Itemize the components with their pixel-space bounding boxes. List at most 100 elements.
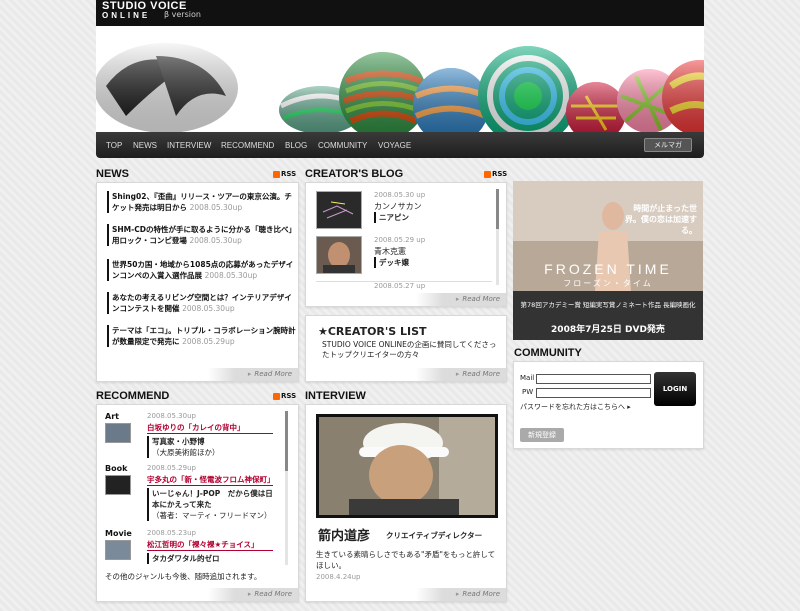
recommend-footer-note: その他のジャンルも今後、随時追加されます。 xyxy=(105,572,262,581)
forgot-password-text: パスワードを忘れた方はこちらへ xyxy=(520,403,625,411)
blog-post-title: ニアピン xyxy=(374,212,409,223)
sketch-image xyxy=(317,192,361,228)
news-text: 世界50カ国・地域から1085点の応募があったデザインコンペの入賞入選作品展 xyxy=(112,260,294,280)
blog-read-more[interactable]: Read More xyxy=(416,293,506,306)
login-button[interactable]: LOGIN xyxy=(654,372,696,406)
recommend-rss-label: RSS xyxy=(281,392,297,400)
news-title: NEWS xyxy=(96,168,129,180)
recommend-subject: タカダワタル的ゼロ xyxy=(147,553,277,564)
nav-voyage[interactable]: VOYAGE xyxy=(378,141,411,150)
nav-community[interactable]: COMMUNITY xyxy=(318,141,367,150)
pw-label: PW xyxy=(522,388,534,396)
scroll-thumb[interactable] xyxy=(285,411,288,471)
rss-icon xyxy=(273,392,280,400)
creators-list-desc: STUDIO VOICE ONLINEの企画に賛同してくださったトップクリエイタ… xyxy=(322,340,497,359)
news-item[interactable]: あなたの考えるリビング空間とは？インテリアデザインコンテストを開催 2008.0… xyxy=(107,292,297,314)
news-item[interactable]: Shing02、『歪曲』リリース・ツアーの東京公演。チケット発売は明日から 20… xyxy=(107,191,297,213)
recommend-column-title: 宇多丸の「新・怪電波フロム神保町」 xyxy=(147,475,275,486)
interviewee-photo xyxy=(319,417,495,515)
news-item[interactable]: テーマは「エコ」。トリプル・コラボレーション腕時計が数量限定で発売に 2008.… xyxy=(107,325,297,347)
nav-interview[interactable]: INTERVIEW xyxy=(167,141,211,150)
recommend-subject-name: 写真家・小野博 xyxy=(152,437,205,446)
blog-date: 2008.05.30 up xyxy=(374,191,426,199)
mail-magazine-button[interactable]: メルマガ xyxy=(644,138,692,152)
ad-title: FROZEN TIME xyxy=(544,261,672,277)
recommend-subject-name: タカダワタル的ゼロ xyxy=(152,554,220,563)
recommend-date: 2008.05.30up xyxy=(147,412,196,420)
scroll-thumb[interactable] xyxy=(496,189,499,229)
news-date: 2008.05.30up xyxy=(182,304,235,313)
rss-icon xyxy=(484,170,491,178)
interviewee-name: 箭内道彦 xyxy=(318,529,371,544)
nav-recommend[interactable]: RECOMMEND xyxy=(221,141,274,150)
community-panel: Mail PW LOGIN パスワードを忘れた方はこちらへ ▸ 新規登録 xyxy=(513,361,704,449)
creators-list-title[interactable]: ★CREATOR'S LIST xyxy=(318,325,427,338)
news-rss[interactable]: RSS xyxy=(273,170,296,178)
blog-scrollbar[interactable] xyxy=(496,189,499,285)
nav-news[interactable]: NEWS xyxy=(133,141,157,150)
password-input[interactable] xyxy=(536,388,651,398)
news-rss-label: RSS xyxy=(281,170,297,178)
recommend-column-title: 松江哲明の「裸々裸★チョイス」 xyxy=(147,539,273,551)
book-thumbnail xyxy=(105,475,131,495)
movie-thumbnail xyxy=(105,540,131,560)
recommend-scrollbar[interactable] xyxy=(285,411,288,565)
blog-title: CREATOR'S BLOG xyxy=(305,168,404,180)
hero-balls-illustration xyxy=(96,43,704,132)
news-read-more[interactable]: Read More xyxy=(208,368,298,381)
recommend-item[interactable]: Art 2008.05.30up 白坂ゆりの「カレイの背中」 写真家・小野博 （大… xyxy=(105,412,280,472)
recommend-item[interactable]: Book 2008.05.29up 宇多丸の「新・怪電波フロム神保町」 いーじゃ… xyxy=(105,464,280,528)
recommend-date: 2008.05.23up xyxy=(147,529,196,537)
interview-panel: 箭内道彦 クリエイティブディレクター 生きている素晴らしさでもある"矛盾"をもっ… xyxy=(305,404,507,602)
creators-list-panel: ★CREATOR'S LIST STUDIO VOICE ONLINEの企画に賛… xyxy=(305,315,507,382)
beta-label: β version xyxy=(164,10,201,19)
news-date: 2008.05.30up xyxy=(189,203,243,212)
mail-input[interactable] xyxy=(536,374,651,384)
news-date: 2008.05.30up xyxy=(189,236,242,245)
forgot-password-link[interactable]: パスワードを忘れた方はこちらへ ▸ xyxy=(520,402,631,412)
recommend-item[interactable]: Movie 2008.05.23up 松江哲明の「裸々裸★チョイス」 タカダワタ… xyxy=(105,529,280,567)
recommend-rss[interactable]: RSS xyxy=(273,392,296,400)
interview-title: INTERVIEW xyxy=(305,390,366,402)
blog-author: カンノサカン xyxy=(374,202,422,211)
ad-release: 2008年7月25日 DVD発売 xyxy=(551,325,665,335)
blog-item[interactable]: 2008.05.30 up カンノサカン ニアピン xyxy=(316,191,492,235)
portrait-image xyxy=(317,237,361,273)
recommend-date: 2008.05.29up xyxy=(147,464,196,472)
recommend-panel: Art 2008.05.30up 白坂ゆりの「カレイの背中」 写真家・小野博 （大… xyxy=(96,404,299,602)
main-nav: TOP NEWS INTERVIEW RECOMMEND BLOG COMMUN… xyxy=(96,132,704,158)
frozen-time-ad[interactable]: 時間が止まった世界。僕の恋は加速する。 FROZEN TIME フローズン・タイ… xyxy=(513,181,703,340)
nav-blog[interactable]: BLOG xyxy=(285,141,307,150)
recommend-subject-note: （大原美術館ほか） xyxy=(152,448,220,457)
blog-rss[interactable]: RSS xyxy=(484,170,507,178)
blog-date: 2008.05.29 up xyxy=(374,236,426,244)
creators-list-read-more[interactable]: Read More xyxy=(416,368,506,381)
recommend-subject: 写真家・小野博 （大原美術館ほか） xyxy=(147,436,277,458)
news-panel: Shing02、『歪曲』リリース・ツアーの東京公演。チケット発売は明日から 20… xyxy=(96,182,299,382)
recommend-subject: いーじゃん！J-POP だから僕は日本にかえって来た （著者：マーティ・フリードマ… xyxy=(147,488,277,521)
rss-icon xyxy=(273,170,280,178)
blog-post-title: デッキ嬢 xyxy=(374,257,409,268)
interview-date: 2008.4.24up xyxy=(316,573,361,581)
news-item[interactable]: 世界50カ国・地域から1085点の応募があったデザインコンペの入賞入選作品展 2… xyxy=(107,259,297,281)
recommend-subject-note: （著者：マーティ・フリードマン） xyxy=(152,511,272,520)
news-date: 2008.05.29up xyxy=(182,337,235,346)
hero-banner xyxy=(96,26,704,132)
recommend-subject-name: いーじゃん！J-POP だから僕は日本にかえって来た xyxy=(152,489,273,509)
blog-item[interactable]: 2008.05.29 up 青木克憲 デッキ嬢 xyxy=(316,236,492,280)
interview-read-more[interactable]: Read More xyxy=(416,588,506,601)
recommend-read-more[interactable]: Read More xyxy=(208,588,298,601)
art-thumbnail xyxy=(105,423,131,443)
blog-date: 2008.05.27 up xyxy=(374,282,426,290)
nav-top[interactable]: TOP xyxy=(106,141,122,150)
recommend-title: RECOMMEND xyxy=(96,390,170,402)
interview-photo-frame[interactable] xyxy=(316,414,498,518)
news-item[interactable]: SHM-CDの特性が手に取るように分かる「聴き比べ」用ロック・コンピ登場 200… xyxy=(107,224,297,246)
ad-top-copy: 時間が止まった世界。僕の恋は加速する。 xyxy=(625,204,697,235)
register-button[interactable]: 新規登録 xyxy=(520,428,564,442)
ad-kana: フローズン・タイム xyxy=(563,279,653,288)
mail-label: Mail xyxy=(520,374,535,382)
blog-rss-label: RSS xyxy=(492,170,508,178)
community-title: COMMUNITY xyxy=(514,347,582,359)
ad-award: 第78回アカデミー賞 短編実写賞ノミネート作品 長編映画化 xyxy=(520,301,696,309)
